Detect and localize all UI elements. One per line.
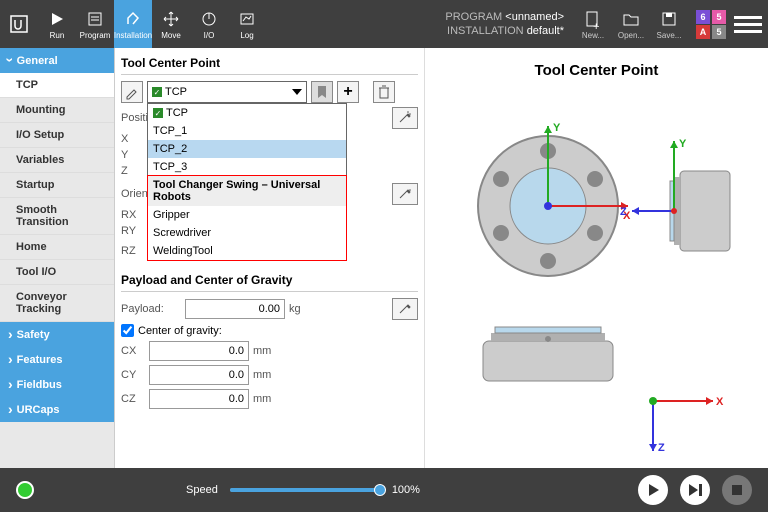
chevron-right-icon: [8, 352, 13, 367]
svg-text:X: X: [716, 396, 724, 408]
stop-button[interactable]: [722, 475, 752, 505]
tool-3d-view[interactable]: X Y Z Y: [433, 91, 760, 431]
status-badges: 6 A 5 5: [696, 10, 726, 39]
x-label: X: [121, 133, 145, 145]
file-open[interactable]: Open...: [612, 0, 650, 48]
sidebar-item-mounting[interactable]: Mounting: [0, 98, 114, 123]
chevron-right-icon: [8, 327, 13, 342]
chevron-right-icon: [8, 377, 13, 392]
rx-label: RX: [121, 209, 145, 221]
tab-program[interactable]: Program: [76, 0, 114, 48]
cog-checkbox[interactable]: [121, 324, 134, 337]
dd-item-welding[interactable]: WeldingTool: [148, 242, 346, 260]
sidebar-item-io-setup[interactable]: I/O Setup: [0, 123, 114, 148]
svg-text:Y: Y: [553, 122, 561, 134]
dd-item-tcp1[interactable]: TCP_1: [148, 122, 346, 140]
tab-move[interactable]: Move: [152, 0, 190, 48]
sidebar: General TCP Mounting I/O Setup Variables…: [0, 48, 115, 468]
viz-title: Tool Center Point: [433, 62, 760, 79]
cx-label: CX: [121, 345, 145, 357]
sidebar-item-tool-io[interactable]: Tool I/O: [0, 260, 114, 285]
panel-title: Tool Center Point: [121, 52, 418, 75]
speed-label: Speed: [186, 484, 218, 496]
position-wizard-button[interactable]: [392, 107, 418, 129]
step-button[interactable]: [680, 475, 710, 505]
flange-front-view: [473, 321, 623, 391]
check-icon: ✓: [152, 87, 162, 97]
visualization-panel: Tool Center Point X Y Z Y: [425, 48, 768, 468]
dd-item-tcp[interactable]: ✓TCP: [148, 104, 346, 122]
sidebar-item-variables[interactable]: Variables: [0, 148, 114, 173]
sidebar-section-general[interactable]: General: [0, 48, 114, 73]
sidebar-item-home[interactable]: Home: [0, 235, 114, 260]
flange-side-view: Z Y: [660, 141, 750, 271]
add-button[interactable]: +: [337, 81, 359, 103]
sidebar-item-tcp[interactable]: TCP: [0, 73, 114, 98]
svg-text:Y: Y: [679, 138, 687, 150]
bottom-bar: Speed 100%: [0, 468, 768, 512]
dropdown-arrow-icon: [292, 89, 302, 95]
payload-label: Payload:: [121, 303, 181, 315]
rename-button[interactable]: [121, 81, 143, 103]
speed-slider[interactable]: [230, 488, 380, 492]
delete-button[interactable]: [373, 81, 395, 103]
payload-input[interactable]: [185, 299, 285, 319]
play-button[interactable]: [638, 475, 668, 505]
logo-ur: [0, 0, 38, 48]
chevron-down-icon: [8, 53, 13, 68]
sidebar-section-fieldbus[interactable]: Fieldbus: [0, 372, 114, 397]
cy-input[interactable]: [149, 365, 249, 385]
cz-label: CZ: [121, 393, 145, 405]
speed-value: 100%: [392, 484, 420, 496]
tcp-dropdown: ✓TCP TCP_1 TCP_2 TCP_3 Tool Changer Swin…: [147, 103, 347, 261]
z-label: Z: [121, 165, 145, 177]
y-label: Y: [121, 149, 145, 161]
robot-status-indicator[interactable]: [16, 481, 34, 499]
tab-log[interactable]: Log: [228, 0, 266, 48]
tab-io[interactable]: I/O: [190, 0, 228, 48]
tab-installation[interactable]: Installation: [114, 0, 152, 48]
axes-bottom: X Z: [633, 381, 733, 461]
program-status: PROGRAM <unnamed> INSTALLATION default*: [445, 10, 564, 39]
tab-run[interactable]: Run: [38, 0, 76, 48]
orientation-wizard-button[interactable]: [392, 183, 418, 205]
ry-label: RY: [121, 225, 145, 237]
sidebar-section-safety[interactable]: Safety: [0, 322, 114, 347]
sidebar-section-features[interactable]: Features: [0, 347, 114, 372]
payload-title: Payload and Center of Gravity: [121, 269, 418, 292]
sidebar-section-urcaps[interactable]: URCaps: [0, 397, 114, 422]
sidebar-item-conveyor[interactable]: Conveyor Tracking: [0, 285, 114, 322]
dd-item-gripper[interactable]: Gripper: [148, 206, 346, 224]
flange-top-view: X Y: [463, 121, 633, 291]
cx-input[interactable]: [149, 341, 249, 361]
dd-item-tcp3[interactable]: TCP_3: [148, 158, 346, 176]
dd-item-screwdriver[interactable]: Screwdriver: [148, 224, 346, 242]
cy-label: CY: [121, 369, 145, 381]
svg-text:Z: Z: [620, 206, 627, 218]
rz-label: RZ: [121, 245, 145, 257]
sidebar-item-smooth[interactable]: Smooth Transition: [0, 198, 114, 235]
dd-group-urcap: Tool Changer Swing – Universal Robots: [148, 176, 346, 206]
svg-text:Z: Z: [658, 442, 665, 454]
payload-wizard-button[interactable]: [392, 298, 418, 320]
file-new[interactable]: +New...: [574, 0, 612, 48]
tcp-select[interactable]: ✓TCP: [147, 81, 307, 103]
hamburger-menu[interactable]: [734, 10, 762, 38]
chevron-right-icon: [8, 402, 13, 417]
cz-input[interactable]: [149, 389, 249, 409]
file-save[interactable]: Save...: [650, 0, 688, 48]
top-toolbar: Run Program Installation Move I/O Log PR…: [0, 0, 768, 48]
tcp-panel: Tool Center Point ✓TCP ✓TCP TCP_1 TCP_2 …: [115, 48, 425, 468]
bookmark-button[interactable]: [311, 81, 333, 103]
dd-item-tcp2[interactable]: TCP_2: [148, 140, 346, 158]
cog-label: Center of gravity:: [138, 325, 222, 337]
sidebar-item-startup[interactable]: Startup: [0, 173, 114, 198]
